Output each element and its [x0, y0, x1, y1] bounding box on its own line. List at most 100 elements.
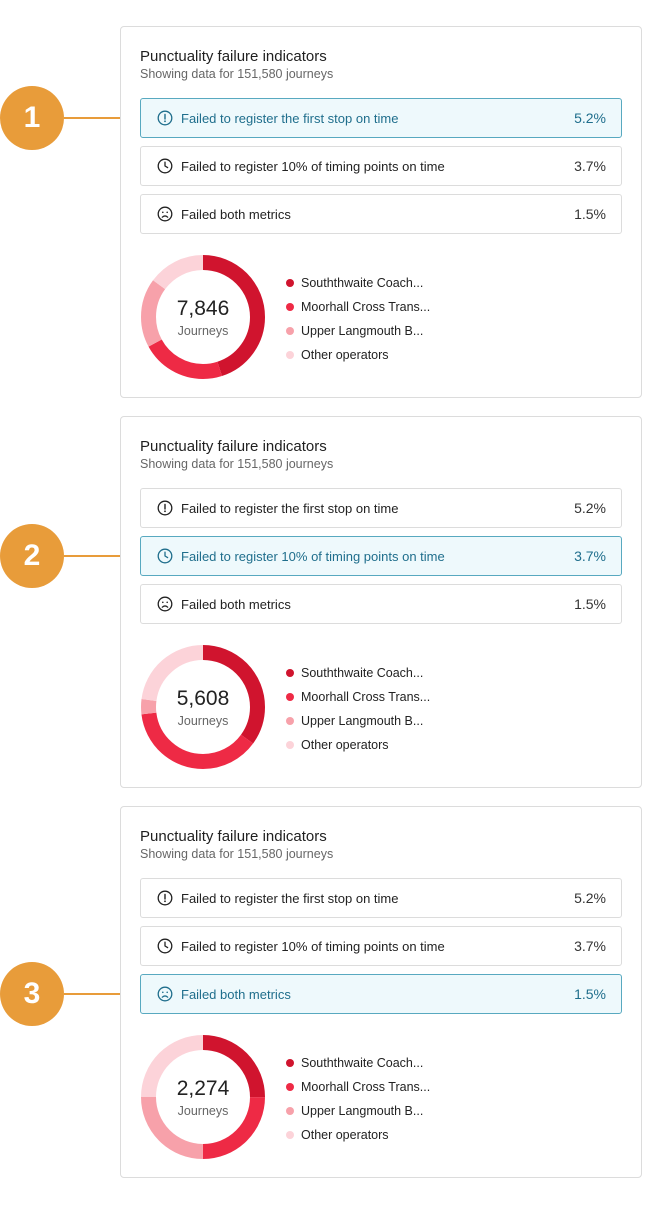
- legend-label: Other operators: [301, 738, 389, 752]
- donut-center: 2,274 Journeys: [140, 1034, 266, 1160]
- legend-label: Souththwaite Coach...: [301, 666, 424, 680]
- panel-title: Punctuality failure indicators: [140, 438, 327, 455]
- legend-item: Other operators: [286, 733, 430, 757]
- legend-dot: [286, 303, 294, 311]
- punctuality-panel: Punctuality failure indicators Showing d…: [120, 26, 642, 398]
- metric-label: Failed to register 10% of timing points …: [181, 938, 445, 954]
- donut-total: 2,274: [176, 1076, 230, 1100]
- journeys-donut-chart: 5,608 Journeys: [140, 644, 266, 770]
- callout-number: 1: [0, 86, 64, 150]
- legend-label: Moorhall Cross Trans...: [301, 1080, 431, 1094]
- metric-label: Failed both metrics: [181, 986, 291, 1002]
- callout-3: 3: [0, 962, 141, 1026]
- sad-face-icon: [156, 596, 173, 613]
- panel-title: Punctuality failure indicators: [140, 828, 327, 845]
- legend-item: Moorhall Cross Trans...: [286, 295, 430, 319]
- metric-first-stop[interactable]: Failed to register the first stop on tim…: [140, 98, 622, 138]
- metric-label: Failed both metrics: [181, 596, 291, 612]
- donut-unit: Journeys: [177, 713, 229, 728]
- legend-label: Souththwaite Coach...: [301, 1056, 424, 1070]
- legend-dot: [286, 1059, 294, 1067]
- metric-timing-points[interactable]: Failed to register 10% of timing points …: [140, 146, 622, 186]
- legend-label: Moorhall Cross Trans...: [301, 300, 431, 314]
- metric-label: Failed to register the first stop on tim…: [181, 110, 399, 126]
- legend-dot: [286, 1131, 294, 1139]
- sad-face-icon: [156, 986, 173, 1003]
- metric-value: 3.7%: [574, 548, 606, 564]
- legend-dot: [286, 327, 294, 335]
- metric-label: Failed to register 10% of timing points …: [181, 158, 445, 174]
- metric-first-stop[interactable]: Failed to register the first stop on tim…: [140, 878, 622, 918]
- legend-item: Upper Langmouth B...: [286, 319, 430, 343]
- callout-number: 3: [0, 962, 64, 1026]
- punctuality-panel: Punctuality failure indicators Showing d…: [120, 416, 642, 788]
- panel-subtitle: Showing data for 151,580 journeys: [140, 67, 334, 81]
- legend-dot: [286, 669, 294, 677]
- legend-item: Moorhall Cross Trans...: [286, 1075, 430, 1099]
- donut-center: 5,608 Journeys: [140, 644, 266, 770]
- metric-value: 5.2%: [574, 890, 606, 906]
- legend-item: Souththwaite Coach...: [286, 661, 430, 685]
- legend-item: Upper Langmouth B...: [286, 709, 430, 733]
- callout-number: 2: [0, 524, 64, 588]
- legend-label: Moorhall Cross Trans...: [301, 690, 431, 704]
- legend-item: Souththwaite Coach...: [286, 271, 430, 295]
- legend-label: Other operators: [301, 348, 389, 362]
- clock-icon: [156, 158, 173, 175]
- exclamation-circle-icon: [156, 500, 173, 517]
- metric-label: Failed to register 10% of timing points …: [181, 548, 445, 564]
- legend-item: Moorhall Cross Trans...: [286, 685, 430, 709]
- legend-dot: [286, 717, 294, 725]
- legend-label: Upper Langmouth B...: [301, 1104, 424, 1118]
- panel-title: Punctuality failure indicators: [140, 48, 327, 65]
- metric-value: 1.5%: [574, 596, 606, 612]
- legend-dot: [286, 351, 294, 359]
- donut-unit: Journeys: [177, 323, 229, 338]
- legend-dot: [286, 279, 294, 287]
- operator-legend: Souththwaite Coach... Moorhall Cross Tra…: [286, 271, 430, 367]
- panel-subtitle: Showing data for 151,580 journeys: [140, 847, 334, 861]
- clock-icon: [156, 548, 173, 565]
- sad-face-icon: [156, 206, 173, 223]
- metric-value: 5.2%: [574, 500, 606, 516]
- metric-value: 3.7%: [574, 158, 606, 174]
- operator-legend: Souththwaite Coach... Moorhall Cross Tra…: [286, 1051, 430, 1147]
- donut-unit: Journeys: [177, 1103, 229, 1118]
- legend-label: Upper Langmouth B...: [301, 324, 424, 338]
- metric-value: 1.5%: [574, 986, 606, 1002]
- legend-dot: [286, 1107, 294, 1115]
- metric-first-stop[interactable]: Failed to register the first stop on tim…: [140, 488, 622, 528]
- metric-both[interactable]: Failed both metrics 1.5%: [140, 194, 622, 234]
- panel-subtitle: Showing data for 151,580 journeys: [140, 457, 334, 471]
- legend-label: Souththwaite Coach...: [301, 276, 424, 290]
- exclamation-circle-icon: [156, 890, 173, 907]
- punctuality-panel: Punctuality failure indicators Showing d…: [120, 806, 642, 1178]
- callout-2: 2: [0, 524, 141, 588]
- legend-dot: [286, 1083, 294, 1091]
- callout-1: 1: [0, 86, 141, 150]
- metric-timing-points[interactable]: Failed to register 10% of timing points …: [140, 926, 622, 966]
- legend-dot: [286, 741, 294, 749]
- metric-both[interactable]: Failed both metrics 1.5%: [140, 584, 622, 624]
- journeys-donut-chart: 2,274 Journeys: [140, 1034, 266, 1160]
- legend-label: Other operators: [301, 1128, 389, 1142]
- clock-icon: [156, 938, 173, 955]
- metric-timing-points[interactable]: Failed to register 10% of timing points …: [140, 536, 622, 576]
- legend-item: Souththwaite Coach...: [286, 1051, 430, 1075]
- metric-value: 1.5%: [574, 206, 606, 222]
- exclamation-circle-icon: [156, 110, 173, 127]
- operator-legend: Souththwaite Coach... Moorhall Cross Tra…: [286, 661, 430, 757]
- donut-total: 7,846: [176, 296, 230, 320]
- donut-total: 5,608: [176, 686, 230, 710]
- legend-item: Other operators: [286, 343, 430, 367]
- metric-label: Failed to register the first stop on tim…: [181, 890, 399, 906]
- metric-value: 5.2%: [574, 110, 606, 126]
- journeys-donut-chart: 7,846 Journeys: [140, 254, 266, 380]
- legend-dot: [286, 693, 294, 701]
- legend-item: Other operators: [286, 1123, 430, 1147]
- donut-center: 7,846 Journeys: [140, 254, 266, 380]
- legend-label: Upper Langmouth B...: [301, 714, 424, 728]
- legend-item: Upper Langmouth B...: [286, 1099, 430, 1123]
- metric-both[interactable]: Failed both metrics 1.5%: [140, 974, 622, 1014]
- metric-label: Failed both metrics: [181, 206, 291, 222]
